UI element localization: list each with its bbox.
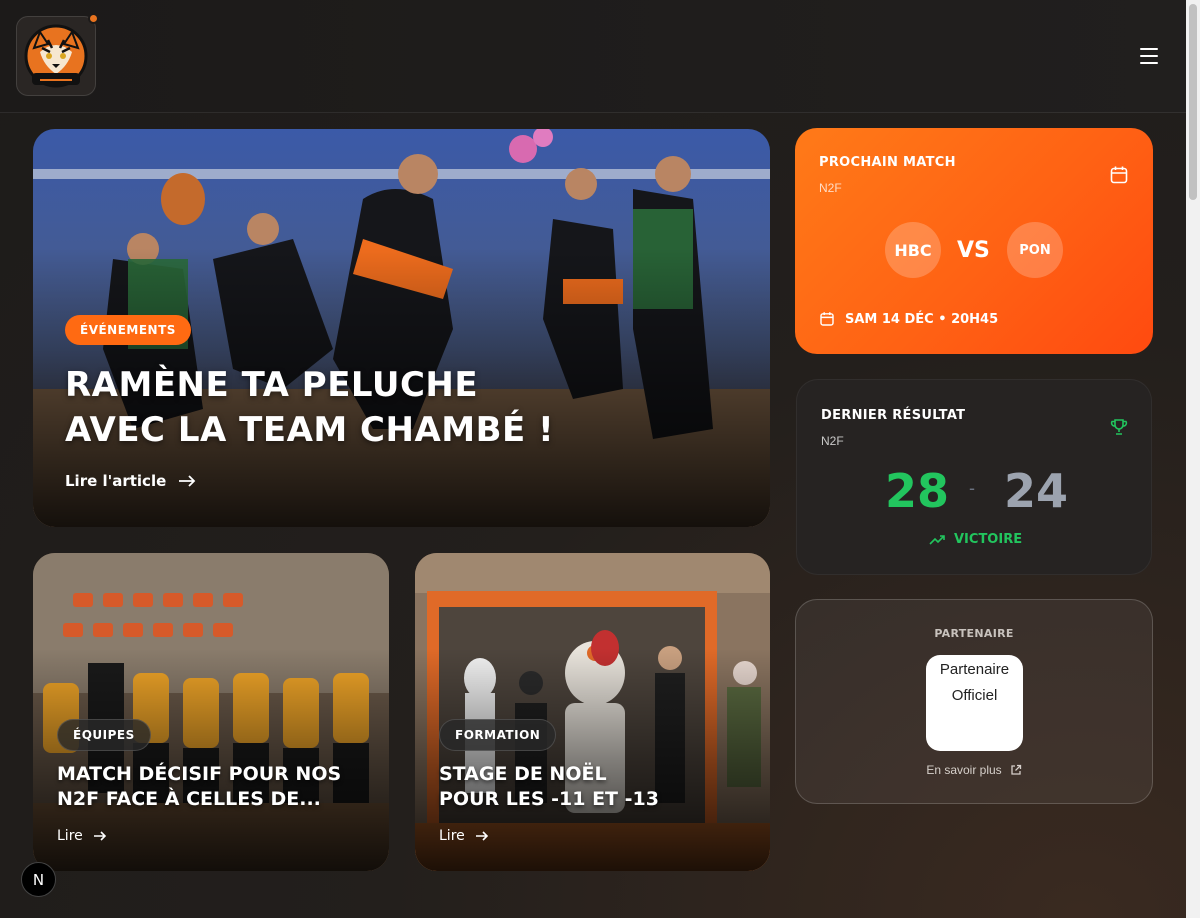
division-label: N2F [819, 181, 842, 195]
arrow-right-icon [475, 831, 488, 841]
read-link[interactable]: Lire [439, 828, 489, 844]
arrow-right-icon [179, 475, 196, 487]
club-logo[interactable] [16, 16, 96, 96]
partner-link[interactable]: En savoir plus [796, 763, 1152, 777]
next-match-heading: PROCHAIN MATCH [819, 155, 956, 170]
category-badge[interactable]: ÉVÉNEMENTS [65, 315, 191, 345]
read-link[interactable]: Lire [57, 828, 107, 844]
page-scrollbar[interactable] [1186, 0, 1200, 918]
division-label: N2F [821, 434, 844, 448]
dev-tools-badge[interactable]: N [21, 862, 56, 897]
calendar-icon [820, 312, 834, 326]
menu-button[interactable] [1134, 42, 1164, 70]
menu-icon [1140, 48, 1158, 50]
last-result-card[interactable]: DERNIER RÉSULTAT N2F 28 - 24 VICTOIRE [796, 379, 1152, 575]
away-team-badge: PON [1007, 222, 1063, 278]
home-team-badge: HBC [885, 222, 941, 278]
category-badge[interactable]: ÉQUIPES [57, 719, 151, 751]
notification-dot [88, 13, 99, 24]
away-score: 24 [1004, 464, 1069, 518]
partner-logo[interactable]: Partenaire Officiel [926, 655, 1023, 751]
article-card[interactable]: ÉQUIPES MATCH DÉCISIF POUR NOS N2F FACE … [33, 553, 389, 871]
hero-title: RAMÈNE TA PELUCHE AVEC LA TEAM CHAMBÉ ! [65, 365, 555, 450]
tiger-logo-icon [24, 24, 88, 88]
trending-up-icon [929, 534, 945, 545]
read-article-link[interactable]: Lire l'article [65, 472, 196, 490]
result-verdict: VICTOIRE [929, 532, 1022, 547]
article-card[interactable]: FORMATION STAGE DE NOËL POUR LES -11 ET … [415, 553, 770, 871]
site-header [0, 0, 1186, 113]
partner-card: PARTENAIRE Partenaire Officiel En savoir… [795, 599, 1153, 804]
article-title: MATCH DÉCISIF POUR NOS N2F FACE À CELLES… [57, 763, 342, 810]
last-result-heading: DERNIER RÉSULTAT [821, 408, 966, 423]
scrollbar-thumb[interactable] [1189, 4, 1197, 200]
calendar-icon [1110, 166, 1128, 184]
external-link-icon [1011, 764, 1021, 775]
category-badge[interactable]: FORMATION [439, 719, 557, 751]
home-score: 28 [885, 464, 950, 518]
next-match-card[interactable]: PROCHAIN MATCH N2F HBC VS PON SAM 14 DÉC… [795, 128, 1153, 354]
partner-heading: PARTENAIRE [934, 627, 1014, 640]
article-title: STAGE DE NOËL POUR LES -11 ET -13 [439, 763, 659, 810]
match-datetime: SAM 14 DÉC • 20H45 [819, 311, 998, 327]
hero-article-card[interactable]: ÉVÉNEMENTS RAMÈNE TA PELUCHE AVEC LA TEA… [33, 129, 770, 527]
arrow-right-icon [93, 831, 106, 841]
versus-label: VS [957, 238, 990, 263]
score-separator: - [969, 478, 975, 498]
trophy-icon [1110, 419, 1128, 435]
